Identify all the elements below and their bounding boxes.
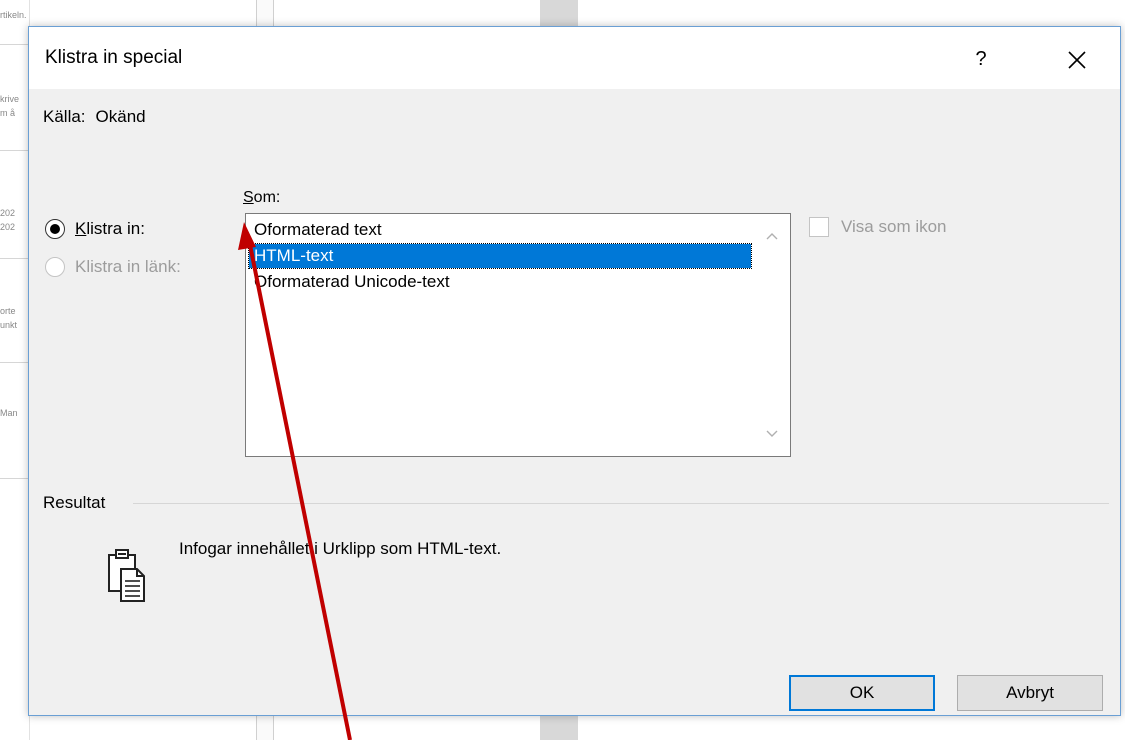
result-divider [133, 503, 1109, 504]
format-listbox[interactable]: Oformaterad text HTML-text Oformaterad U… [245, 213, 791, 457]
background-snippet: krive [0, 94, 20, 104]
background-snippet: unkt [0, 320, 18, 330]
as-label-accelerator: S [243, 189, 254, 206]
format-list-item[interactable]: Oformaterad Unicode-text [249, 270, 751, 294]
background-divider [0, 478, 30, 479]
paste-link-radio-label: Klistra in länk: [75, 257, 181, 276]
background-snippet: Man [0, 408, 18, 418]
result-heading: Resultat [43, 493, 106, 512]
paste-radio-option[interactable]: Klistra in: [45, 219, 145, 239]
scroll-down-icon[interactable] [764, 426, 780, 442]
ok-button[interactable]: OK [789, 675, 935, 711]
clipboard-paste-icon [108, 549, 145, 602]
close-icon [1068, 50, 1086, 69]
background-snippet: 202 [0, 222, 16, 232]
paste-special-dialog: Klistra in special ? Källa: Okänd Som: Kl… [28, 26, 1121, 716]
background-column [540, 0, 578, 26]
close-button[interactable] [1055, 41, 1099, 77]
help-button[interactable]: ? [959, 41, 1003, 77]
background-column [256, 714, 274, 740]
show-as-icon-checkbox[interactable] [809, 217, 829, 237]
scroll-up-icon[interactable] [764, 228, 780, 244]
background-snippet: orte [0, 306, 16, 316]
dialog-title: Klistra in special [45, 47, 183, 68]
as-label: Som: [243, 189, 280, 207]
background-divider [0, 44, 30, 45]
background-divider [0, 362, 30, 363]
background-snippet: m å [0, 108, 16, 118]
cancel-button[interactable]: Avbryt [957, 675, 1103, 711]
format-list-item[interactable]: Oformaterad text [249, 218, 751, 242]
paste-radio-button[interactable] [45, 219, 65, 239]
source-value: Okänd [95, 107, 146, 126]
dialog-titlebar[interactable]: Klistra in special ? [29, 27, 1120, 89]
format-list-item-selected[interactable]: HTML-text [248, 243, 752, 269]
background-divider [0, 258, 30, 259]
show-as-icon-label: Visa som ikon [841, 217, 947, 236]
background-snippet: rtikeln. [0, 10, 27, 20]
background-divider [0, 150, 30, 151]
background-snippet: 202 [0, 208, 16, 218]
paste-link-radio-option[interactable]: Klistra in länk: [45, 257, 181, 277]
source-info: Källa: Okänd [43, 107, 146, 127]
listbox-scrollbar[interactable] [754, 214, 790, 456]
background-column [256, 0, 274, 26]
paste-radio-accelerator: K [75, 219, 87, 238]
show-as-icon-option[interactable]: Visa som ikon [809, 217, 947, 237]
as-label-text: om: [253, 189, 281, 206]
paste-radio-label-text: listra in: [86, 219, 145, 238]
paste-radio-label: Klistra in: [75, 219, 145, 239]
result-description: Infogar innehållet i Urklipp som HTML-te… [179, 539, 502, 558]
background-column [540, 714, 578, 740]
source-label: Källa: [43, 107, 86, 126]
paste-link-radio-button[interactable] [45, 257, 65, 277]
